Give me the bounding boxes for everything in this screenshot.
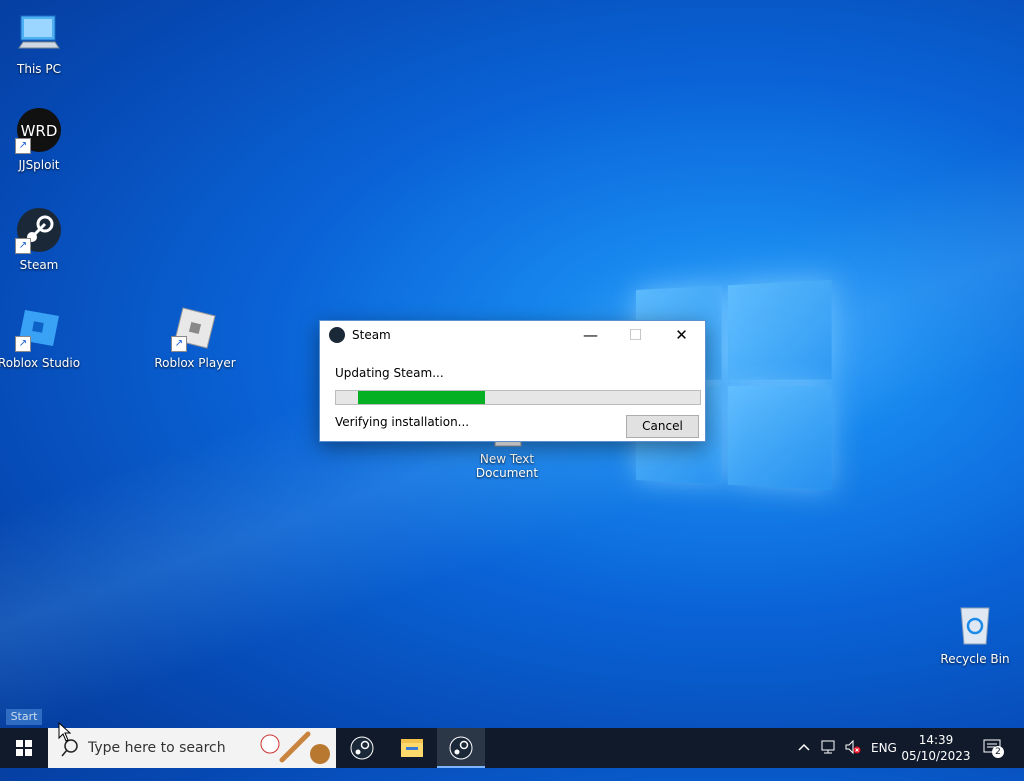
desktop-icon-recycle-bin[interactable]: Recycle Bin — [930, 600, 1020, 666]
show-hidden-icons-button[interactable] — [796, 739, 812, 779]
steam-icon — [350, 736, 374, 760]
roblox-studio-icon: ↗ — [15, 304, 63, 352]
clock-date: 05/10/2023 — [901, 749, 971, 763]
cancel-button[interactable]: Cancel — [626, 415, 699, 438]
baseball-search-highlight-icon — [260, 731, 330, 764]
maximize-button[interactable]: ☐ — [613, 321, 658, 349]
notification-count-badge: 2 — [992, 746, 1004, 758]
start-button[interactable] — [0, 728, 48, 768]
start-tooltip: Start — [6, 709, 42, 725]
clock[interactable]: 14:39 05/10/2023 — [896, 732, 976, 764]
shortcut-arrow-icon: ↗ — [15, 336, 31, 352]
volume-button[interactable] — [844, 739, 862, 779]
desktop-icon-label: JJSploit — [18, 158, 60, 172]
taskbar-file-explorer[interactable] — [388, 728, 436, 768]
shortcut-arrow-icon: ↗ — [15, 138, 31, 154]
desktop-icon-this-pc[interactable]: This PC — [0, 10, 84, 76]
steam-icon: ↗ — [15, 206, 63, 254]
action-center-button[interactable]: 2 — [982, 738, 1006, 758]
steam-logo-icon — [329, 327, 345, 343]
clock-time: 14:39 — [918, 733, 954, 747]
steam-update-dialog: Steam — ☐ ✕ Updating Steam... Verifying … — [319, 320, 706, 442]
network-button[interactable] — [820, 739, 838, 779]
progress-fill — [357, 391, 486, 404]
desktop-icon-label: Steam — [19, 258, 59, 272]
recycle-bin-icon — [951, 600, 999, 648]
update-status-text: Updating Steam... — [335, 366, 444, 380]
desktop-icon-label: Roblox Studio — [0, 356, 81, 370]
steam-icon — [449, 736, 473, 760]
windows-logo-icon — [16, 740, 32, 756]
mouse-cursor-icon — [58, 722, 72, 742]
search-box[interactable]: Type here to search — [48, 728, 336, 768]
minimize-button[interactable]: — — [568, 321, 613, 349]
desktop-icon-label: This PC — [17, 62, 61, 76]
dialog-titlebar[interactable]: Steam — ☐ ✕ — [320, 321, 705, 349]
folder-icon — [401, 739, 423, 757]
taskbar: Type here to search ENG 14:39 05/10/2023… — [0, 728, 1024, 768]
verify-status-text: Verifying installation... — [335, 415, 470, 429]
shortcut-arrow-icon: ↗ — [171, 336, 187, 352]
desktop-icon-label: Recycle Bin — [940, 652, 1010, 666]
chevron-up-icon — [798, 743, 810, 751]
desktop-icon-label: Roblox Player — [154, 356, 236, 370]
desktop-icon-roblox-player[interactable]: ↗ Roblox Player — [150, 304, 240, 370]
search-placeholder: Type here to search — [88, 740, 226, 756]
computer-icon — [15, 10, 63, 58]
dialog-title: Steam — [352, 328, 391, 342]
jjsploit-icon: WRD ↗ — [15, 106, 63, 154]
taskbar-steam-pinned[interactable] — [338, 728, 386, 768]
roblox-player-icon: ↗ — [171, 304, 219, 352]
shortcut-arrow-icon: ↗ — [15, 238, 31, 254]
desktop-icon-label: New Text Document — [475, 452, 539, 480]
network-icon — [821, 740, 835, 754]
desktop-icon-jjsploit[interactable]: WRD ↗ JJSploit — [0, 106, 84, 172]
volume-muted-icon — [845, 739, 861, 755]
desktop-icon-steam[interactable]: ↗ Steam — [0, 206, 84, 272]
language-indicator[interactable]: ENG — [871, 741, 897, 781]
update-progress-bar — [335, 390, 701, 405]
desktop-icon-roblox-studio[interactable]: ↗ Roblox Studio — [0, 304, 84, 370]
taskbar-steam-running[interactable] — [437, 728, 485, 768]
close-button[interactable]: ✕ — [659, 321, 704, 349]
